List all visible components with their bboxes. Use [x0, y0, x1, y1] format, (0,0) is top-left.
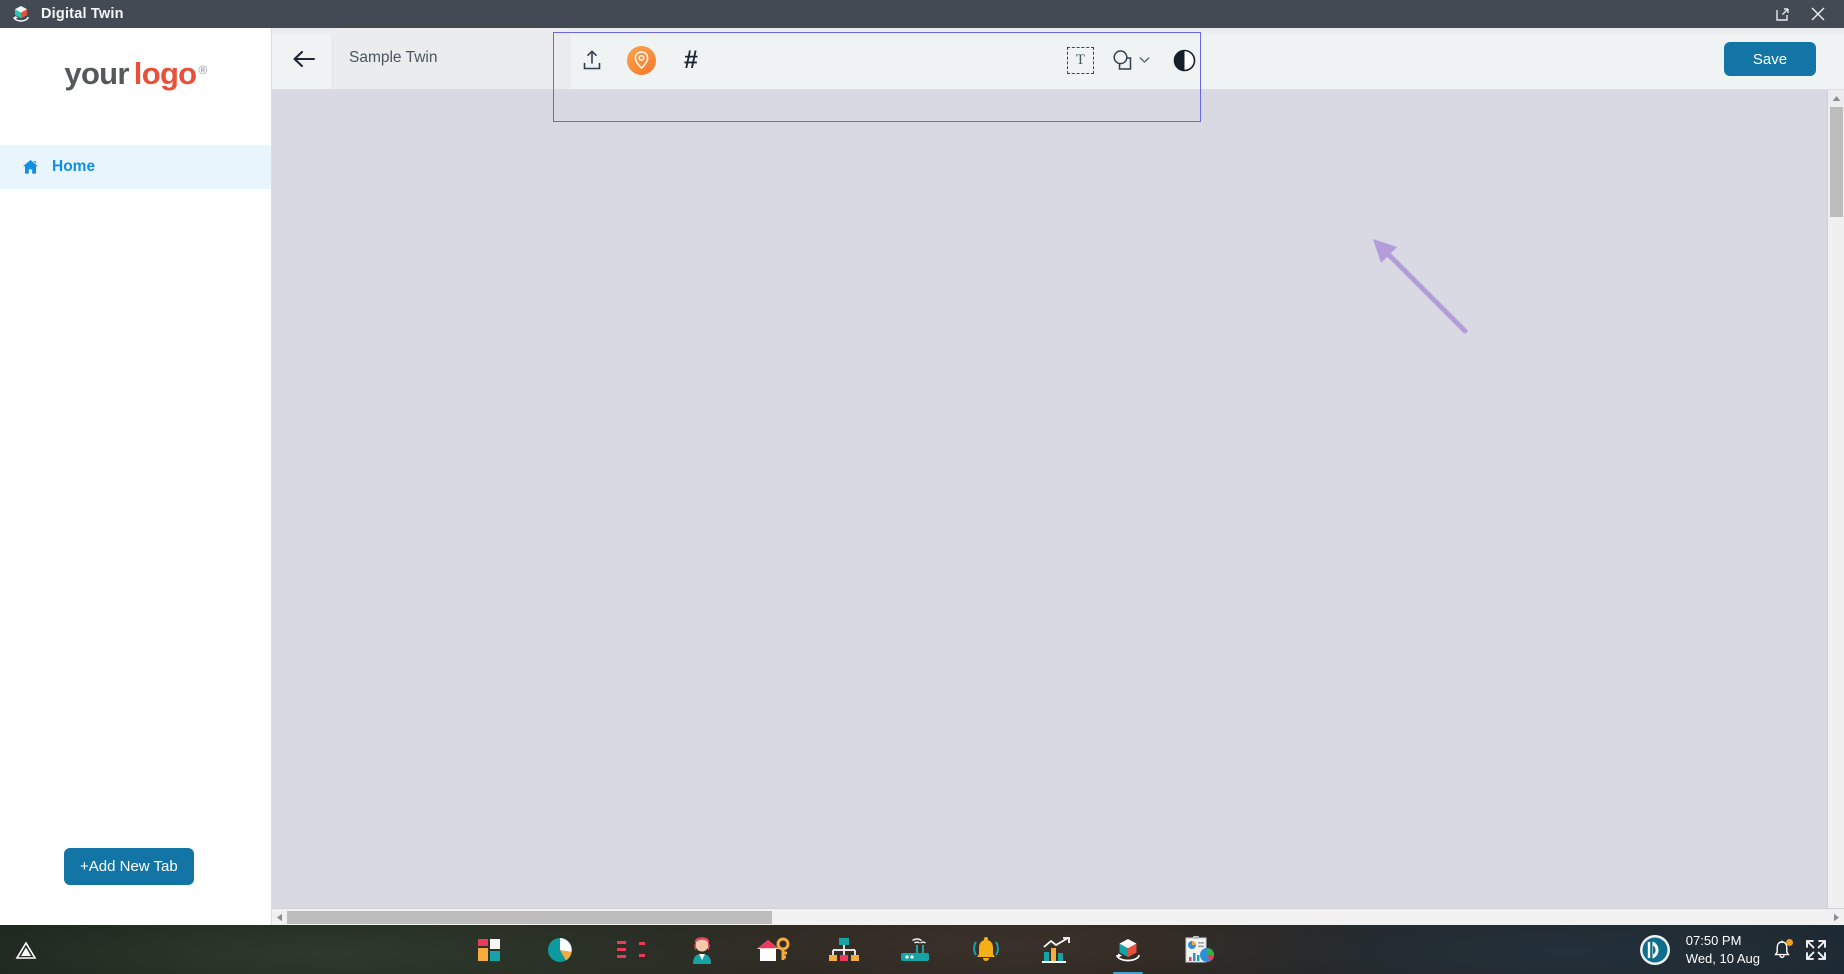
shapes-tool-icon[interactable]: [1111, 49, 1150, 71]
sidebar: your logo ® Home +Add New Tab: [0, 28, 272, 925]
main-area: Sample Twin # T Save: [272, 28, 1844, 925]
home-key-icon[interactable]: [755, 932, 791, 968]
scroll-up-arrow-icon[interactable]: [1827, 90, 1844, 107]
bell-alert-icon[interactable]: [968, 932, 1004, 968]
purple-arrow-annotation: [1373, 239, 1468, 334]
sitemap-icon[interactable]: [826, 932, 862, 968]
taskbar-tray: 07:50 PM Wed, 10 Aug: [1637, 932, 1844, 968]
taskbar-clock[interactable]: 07:50 PM Wed, 10 Aug: [1686, 932, 1760, 967]
sidebar-nav: Home: [0, 145, 271, 189]
app-title: Digital Twin: [41, 6, 124, 22]
text-tool-glyph: T: [1075, 51, 1086, 68]
logo-text-secondary: logo: [133, 56, 197, 91]
person-icon[interactable]: [684, 932, 720, 968]
pie-chart-icon[interactable]: [542, 932, 578, 968]
trend-chart-icon[interactable]: [1039, 932, 1075, 968]
brand-logo: your logo ®: [0, 28, 271, 120]
digital-twin-cube-icon[interactable]: [1110, 932, 1146, 974]
close-icon[interactable]: [1800, 0, 1836, 28]
notification-bell-icon[interactable]: [1773, 938, 1793, 960]
vertical-scroll-thumb[interactable]: [1829, 107, 1843, 217]
media-player-icon[interactable]: [1637, 932, 1673, 968]
app-body: your logo ® Home +Add New Tab Sample Twi…: [0, 28, 1844, 925]
taskbar-apps: [52, 932, 1637, 974]
expand-icon[interactable]: [1804, 938, 1828, 962]
vertical-scrollbar[interactable]: [1827, 90, 1844, 908]
registered-mark: ®: [198, 63, 207, 77]
home-icon: [22, 159, 39, 175]
sidebar-item-label: Home: [52, 158, 96, 175]
back-arrow-icon[interactable]: [287, 42, 321, 76]
notification-badge: [1786, 938, 1793, 946]
flow-diagram-icon[interactable]: [613, 932, 649, 968]
main-header: Sample Twin # T Save: [272, 28, 1844, 90]
text-tool-icon[interactable]: T: [1067, 46, 1094, 74]
scroll-left-arrow-icon[interactable]: [272, 909, 287, 926]
titlebar: Digital Twin: [0, 0, 1844, 28]
taskbar: 07:50 PM Wed, 10 Aug: [0, 925, 1844, 974]
toolbar-right-group: T: [1067, 43, 1201, 77]
scroll-right-arrow-icon[interactable]: [1829, 909, 1844, 926]
clock-time: 07:50 PM: [1685, 932, 1742, 948]
wifi-router-icon[interactable]: [897, 932, 933, 968]
window-controls: [1764, 0, 1844, 28]
taskbar-left: [0, 932, 52, 968]
add-new-tab-button[interactable]: +Add New Tab: [64, 848, 194, 885]
twin-tab[interactable]: Sample Twin: [331, 28, 571, 89]
sidebar-footer: +Add New Tab: [0, 848, 271, 925]
canvas-wrap: [272, 90, 1844, 908]
save-button[interactable]: Save: [1724, 42, 1816, 76]
chevron-down-icon: [1139, 57, 1150, 63]
tiles-icon[interactable]: [471, 932, 507, 968]
upload-icon[interactable]: [575, 43, 609, 77]
clock-date: Wed, 10 Aug: [1685, 950, 1760, 966]
location-pin-icon[interactable]: [627, 45, 656, 75]
triangle-warning-icon[interactable]: [8, 932, 44, 968]
horizontal-scroll-thumb[interactable]: [287, 910, 772, 924]
contrast-icon[interactable]: [1167, 43, 1201, 77]
sidebar-item-home[interactable]: Home: [0, 145, 271, 189]
cube-rotate-icon: [10, 3, 32, 25]
report-dashboard-icon[interactable]: [1181, 932, 1217, 968]
app-window: Digital Twin your logo ® Home +Add New T…: [0, 0, 1844, 925]
hash-icon[interactable]: #: [674, 43, 708, 77]
horizontal-scrollbar[interactable]: [272, 908, 1844, 925]
restore-window-icon[interactable]: [1764, 0, 1800, 28]
canvas-toolbar: # T: [553, 32, 1201, 88]
logo-text-primary: your: [64, 56, 129, 91]
twin-canvas[interactable]: [272, 90, 1827, 908]
